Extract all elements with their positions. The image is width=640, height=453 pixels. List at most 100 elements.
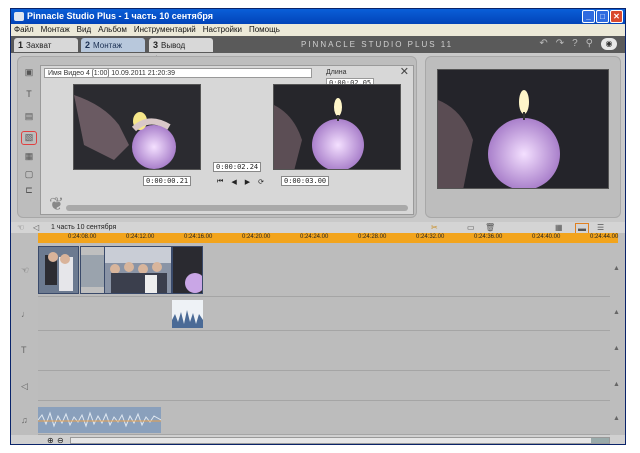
help-icon[interactable]: ? bbox=[572, 38, 578, 50]
trash-icon[interactable]: 🗑 bbox=[485, 223, 495, 232]
menu-file[interactable]: Файл bbox=[14, 24, 34, 36]
ruler-tick: 0:24:16.00 bbox=[184, 234, 213, 240]
razor-icon[interactable]: ▭ bbox=[467, 223, 475, 232]
ruler-tick: 0:24:40.00 bbox=[532, 234, 561, 240]
music-track-icon: ♫ bbox=[21, 415, 28, 425]
zoom-bar: ⊕ ⊖ bbox=[11, 435, 625, 444]
menu-settings[interactable]: Настройки bbox=[203, 24, 242, 36]
effects-icon[interactable]: ▢ bbox=[23, 169, 35, 179]
video-toolbox-icon[interactable]: ▣ bbox=[23, 67, 35, 77]
music-clip[interactable] bbox=[38, 407, 161, 433]
timecode-in[interactable]: 0:00:00.21 bbox=[143, 176, 192, 186]
go-start-icon[interactable]: ⏮ bbox=[217, 178, 223, 186]
transport-controls: ⏮ ◀ ▶ ⟳ bbox=[217, 178, 264, 186]
ruler-tick: 0:24:24.00 bbox=[300, 234, 329, 240]
original-audio-track[interactable] bbox=[38, 297, 610, 331]
in-frame-image bbox=[73, 84, 201, 170]
play-icon[interactable]: ▶ bbox=[245, 178, 250, 186]
window-title: Pinnacle Studio Plus - 1 часть 10 сентяб… bbox=[27, 11, 214, 21]
lock-icon[interactable]: ▲ bbox=[613, 381, 620, 388]
camera-icon[interactable]: ◉ bbox=[601, 38, 617, 50]
ruler-tick: 0:24:36.00 bbox=[474, 234, 503, 240]
lock-icon[interactable]: ▲ bbox=[613, 415, 620, 422]
close-button[interactable]: ✕ bbox=[610, 10, 623, 23]
tab-edit[interactable]: 2 Монтаж bbox=[81, 38, 145, 52]
preview-panel bbox=[425, 56, 621, 218]
scroll-thumb[interactable] bbox=[591, 438, 609, 443]
clip-editor-panel: ▣ T ▤ ▧ ▦ ▢ ⊏ Имя Видео 4 [1:00] 10.09.2… bbox=[17, 56, 417, 218]
ruler-tick: 0:24:28.00 bbox=[358, 234, 387, 240]
menu-edit[interactable]: Монтаж bbox=[41, 24, 70, 36]
timeline: ☜ ◁ 1 часть 10 сентября ✂ ▭ 🗑 ▦ ▬ ☰ 0:24… bbox=[11, 222, 625, 444]
menu-help[interactable]: Помощь bbox=[249, 24, 280, 36]
out-frame-image bbox=[273, 84, 401, 170]
title-icon[interactable]: T bbox=[23, 89, 35, 99]
storyboard-view-icon[interactable]: ▦ bbox=[555, 223, 563, 232]
menu-toolbox[interactable]: Инструментарий bbox=[134, 24, 196, 36]
menu-bar: Файл Монтаж Вид Альбом Инструментарий На… bbox=[11, 24, 625, 36]
title-track-icon: T bbox=[21, 345, 27, 355]
audio-tool-icon[interactable]: ⊏ bbox=[23, 185, 35, 195]
video-clip[interactable] bbox=[172, 246, 203, 294]
brand-logo: PINNACLE STUDIO PLUS 11 bbox=[301, 40, 454, 49]
step-back-icon[interactable]: ◀ bbox=[231, 178, 236, 186]
time-ruler[interactable]: 0:24:08.00 0:24:12.00 0:24:16.00 0:24:20… bbox=[38, 233, 618, 243]
title-track[interactable] bbox=[38, 331, 610, 371]
clip-length: Длина 0:00:02.05 bbox=[326, 68, 396, 88]
ruler-tick: 0:24:44.00 bbox=[590, 234, 619, 240]
clip-name-field[interactable]: Имя Видео 4 [1:00] 10.09.2011 21:20:39 bbox=[44, 68, 312, 78]
video-track[interactable] bbox=[38, 243, 610, 297]
split-clip-icon[interactable]: ✂ bbox=[431, 223, 438, 232]
hint-icon[interactable]: ⚲ bbox=[586, 38, 593, 50]
zoom-in-icon[interactable]: ⊕ bbox=[47, 435, 54, 444]
mode-tabs: 1Захват 2Монтаж 3Вывод фильма PINNACLE S… bbox=[11, 36, 625, 64]
lock-icon[interactable]: ▲ bbox=[613, 265, 620, 272]
clip-name-value: Видео 4 [1:00] 10.09.2011 21:20:39 bbox=[63, 70, 175, 77]
clip-name-label: Имя bbox=[48, 70, 62, 77]
dvd-menu-icon[interactable]: ▦ bbox=[23, 151, 35, 161]
timeline-scrollbar[interactable] bbox=[70, 437, 610, 444]
sound-effects-track[interactable] bbox=[38, 371, 610, 401]
maximize-button[interactable]: □ bbox=[596, 10, 609, 23]
tab-make-movie[interactable]: 3Вывод фильма bbox=[149, 38, 213, 64]
video-track-icon: ☜ bbox=[21, 265, 30, 275]
photo-icon[interactable]: ▤ bbox=[23, 111, 35, 121]
length-label: Длина bbox=[326, 69, 347, 76]
ruler-tick: 0:24:32.00 bbox=[416, 234, 445, 240]
title-bar: Pinnacle Studio Plus - 1 часть 10 сентяб… bbox=[11, 9, 625, 24]
timecode-current[interactable]: 0:00:02.24 bbox=[213, 162, 262, 172]
close-icon[interactable]: ✕ bbox=[400, 67, 409, 78]
timeline-header: ☜ ◁ 1 часть 10 сентября ✂ ▭ 🗑 ▦ ▬ ☰ bbox=[11, 222, 625, 234]
project-name: 1 часть 10 сентября bbox=[51, 224, 117, 231]
lock-icon[interactable]: ▲ bbox=[613, 345, 620, 352]
speaker-icon[interactable]: ◁ bbox=[33, 223, 39, 232]
tab-capture[interactable]: 1 Захват bbox=[14, 38, 78, 52]
audio-clip[interactable] bbox=[172, 300, 203, 328]
preview-image bbox=[437, 69, 609, 189]
minimize-button[interactable]: _ bbox=[582, 10, 595, 23]
trim-area: Имя Видео 4 [1:00] 10.09.2011 21:20:39 Д… bbox=[40, 65, 414, 215]
menu-view[interactable]: Вид bbox=[77, 24, 91, 36]
timeline-view-icon[interactable]: ☜ bbox=[17, 223, 24, 232]
ruler-tick: 0:24:20.00 bbox=[242, 234, 271, 240]
redo-icon[interactable]: ↷ bbox=[556, 38, 564, 50]
clip-properties-icon[interactable]: ▧ bbox=[21, 131, 37, 145]
music-track[interactable] bbox=[38, 401, 610, 435]
timecode-out[interactable]: 0:00:03.00 bbox=[281, 176, 330, 186]
loop-icon[interactable]: ⟳ bbox=[258, 178, 264, 186]
undo-icon[interactable]: ↶ bbox=[539, 38, 547, 50]
lock-icon[interactable]: ▲ bbox=[613, 309, 620, 316]
effect-icon[interactable]: ❦ bbox=[49, 195, 64, 213]
video-clip[interactable] bbox=[104, 246, 172, 294]
app-icon bbox=[14, 12, 24, 21]
text-view-icon[interactable]: ☰ bbox=[597, 223, 604, 232]
track-area: ☜ ♩ T ◁ ♫ ▲ ▲ ▲ ▲ ▲ bbox=[11, 243, 625, 435]
trim-scrubber[interactable] bbox=[66, 205, 408, 211]
zoom-out-icon[interactable]: ⊖ bbox=[57, 435, 64, 444]
toolbox-sidebar: ▣ T ▤ ▧ ▦ ▢ ⊏ bbox=[18, 65, 40, 215]
audio-original-icon: ♩ bbox=[21, 309, 30, 319]
video-clip[interactable] bbox=[38, 246, 79, 294]
app-window: Pinnacle Studio Plus - 1 часть 10 сентяб… bbox=[10, 8, 626, 445]
menu-album[interactable]: Альбом bbox=[98, 24, 127, 36]
ruler-tick: 0:24:12.00 bbox=[126, 234, 155, 240]
